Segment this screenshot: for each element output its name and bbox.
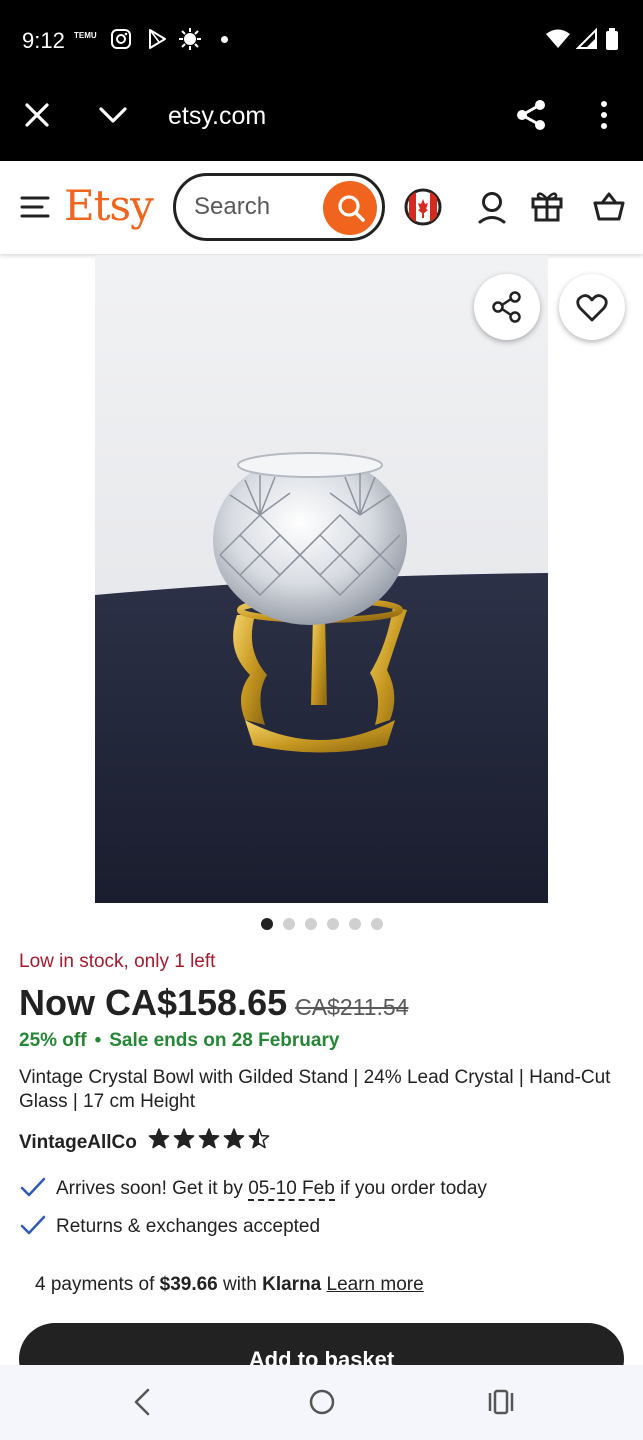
returns-perk: Returns & exchanges accepted	[20, 1214, 320, 1238]
pager-dot[interactable]	[304, 918, 317, 930]
pager-dot[interactable]	[326, 918, 339, 930]
status-bar: 9:12 TEMU	[0, 0, 643, 80]
account-icon[interactable]	[478, 191, 506, 225]
instagram-icon	[111, 29, 131, 49]
etsy-header: Etsy	[0, 161, 643, 254]
menu-icon[interactable]	[20, 195, 50, 219]
arrival-prefix: Arrives soon! Get it by	[56, 1178, 249, 1199]
etsy-logo[interactable]: Etsy	[64, 181, 154, 230]
check-icon	[20, 1177, 46, 1197]
signal-icon	[576, 28, 597, 49]
rating-stars-icon[interactable]	[148, 1128, 272, 1150]
pager-dot[interactable]	[282, 918, 295, 930]
klarna-with: with	[217, 1274, 263, 1295]
basket-icon[interactable]	[592, 191, 626, 221]
favorite-button[interactable]	[559, 274, 625, 340]
pager-dot[interactable]	[348, 918, 361, 930]
product-image[interactable]	[95, 255, 548, 903]
price-row: Now CA$158.65 CA$211.54	[19, 982, 409, 1024]
battery-icon	[606, 28, 618, 50]
gift-icon[interactable]	[530, 189, 564, 223]
sale-separator: •	[94, 1030, 102, 1051]
klarna-brand: Klarna	[262, 1274, 322, 1295]
seller-row[interactable]: VintageAllCo	[19, 1128, 272, 1154]
url-text[interactable]: etsy.com	[168, 102, 266, 131]
back-icon[interactable]	[132, 1387, 152, 1417]
system-nav-bar	[0, 1365, 643, 1440]
wifi-icon	[546, 29, 570, 48]
product-title: Vintage Crystal Bowl with Gilded Stand |…	[19, 1067, 611, 1112]
klarna-prefix: 4 payments of	[35, 1274, 160, 1295]
seller-name[interactable]: VintageAllCo	[19, 1132, 137, 1153]
returns-text: Returns & exchanges accepted	[56, 1216, 321, 1237]
recents-icon[interactable]	[487, 1387, 515, 1417]
share-icon	[492, 291, 521, 323]
search-input[interactable]	[194, 190, 314, 224]
image-share-button[interactable]	[474, 274, 540, 340]
chevron-down-icon[interactable]	[98, 106, 128, 124]
klarna-learn-more-link[interactable]: Learn more	[327, 1274, 424, 1295]
search-bar	[173, 173, 385, 241]
heart-icon	[576, 294, 608, 322]
pager-dot[interactable]	[370, 918, 383, 930]
search-button[interactable]	[323, 181, 377, 235]
canada-flag-icon[interactable]	[404, 188, 442, 226]
arrival-perk: Arrives soon! Get it by 05-10 Feb if you…	[20, 1176, 487, 1201]
browser-toolbar: etsy.com	[0, 80, 643, 161]
notification-dot	[221, 36, 228, 43]
play-store-icon	[149, 29, 166, 49]
pager-dot[interactable]	[260, 918, 273, 930]
status-time: 9:12	[22, 28, 65, 53]
discount-badge: 25% off	[19, 1030, 87, 1051]
arrival-suffix: if you order today	[334, 1178, 487, 1199]
more-vert-icon[interactable]	[598, 100, 610, 130]
home-icon[interactable]	[308, 1387, 336, 1417]
close-icon[interactable]	[24, 102, 50, 128]
current-price: Now CA$158.65	[19, 982, 288, 1023]
temu-icon: TEMU	[74, 31, 97, 40]
sale-end-date: Sale ends on 28 February	[109, 1030, 340, 1051]
klarna-installments: 4 payments of $39.66 with Klarna Learn m…	[35, 1274, 424, 1296]
klarna-amount: $39.66	[159, 1274, 218, 1295]
settings-sun-icon	[179, 28, 201, 50]
low-stock-notice: Low in stock, only 1 left	[19, 951, 216, 972]
original-price: CA$211.54	[295, 994, 409, 1020]
share-icon[interactable]	[514, 98, 548, 132]
crystal-bowl-photo	[95, 255, 548, 903]
sale-info: 25% off • Sale ends on 28 February	[19, 1030, 339, 1052]
image-pager[interactable]	[0, 917, 643, 931]
check-icon	[20, 1215, 46, 1235]
arrival-date[interactable]: 05-10 Feb	[248, 1178, 335, 1201]
search-icon	[338, 195, 365, 222]
